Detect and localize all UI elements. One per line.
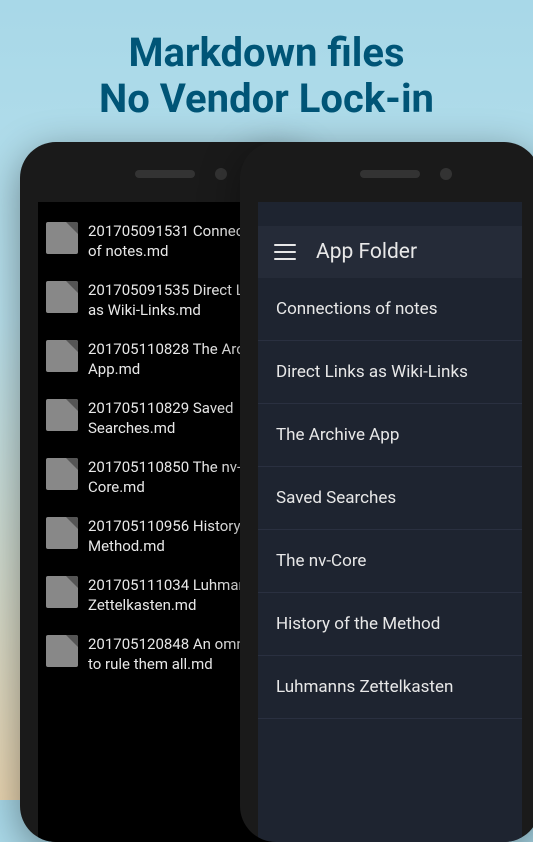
note-item[interactable]: Saved Searches [258,467,522,530]
note-item[interactable]: History of the Method [258,593,522,656]
file-icon [46,222,78,254]
file-icon [46,517,78,549]
file-icon [46,399,78,431]
app-screen: App Folder Connections of notes Direct L… [258,202,522,842]
app-bar: App Folder [258,226,522,278]
headline-line2: No Vendor Lock-in [20,76,513,122]
file-icon [46,281,78,313]
note-item[interactable]: Connections of notes [258,278,522,341]
promo-headline: Markdown files No Vendor Lock-in [0,0,533,142]
phone-right: App Folder Connections of notes Direct L… [240,142,533,842]
phone-camera [215,168,227,180]
phone-speaker [360,170,420,178]
status-bar [258,202,522,226]
note-item[interactable]: The Archive App [258,404,522,467]
phone-camera [440,168,452,180]
headline-line1: Markdown files [20,30,513,76]
phone-speaker [135,170,195,178]
file-icon [46,635,78,667]
file-icon [46,458,78,490]
menu-icon[interactable] [274,244,296,260]
file-icon [46,340,78,372]
note-item[interactable]: Luhmanns Zettelkasten [258,656,522,719]
note-item[interactable]: Direct Links as Wiki-Links [258,341,522,404]
phone-mockups: 201705091531 Connections of notes.md 201… [0,142,533,842]
appbar-title: App Folder [316,240,417,264]
note-item[interactable]: The nv-Core [258,530,522,593]
file-icon [46,576,78,608]
